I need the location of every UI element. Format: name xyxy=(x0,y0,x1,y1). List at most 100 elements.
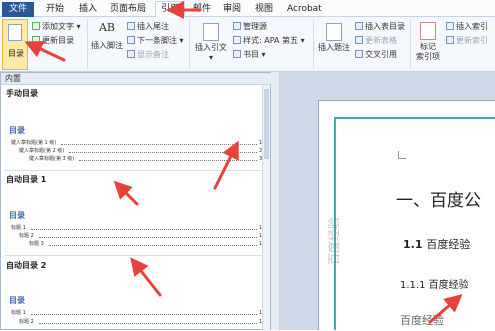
caption-icon xyxy=(326,23,342,41)
section-title: 自动目录 1 xyxy=(6,175,47,184)
tab-view[interactable]: 视图 xyxy=(255,3,273,15)
tab-page-layout[interactable]: 页面布局 xyxy=(110,3,146,15)
toc-entry: 键入章标题(第 2 级) xyxy=(19,148,65,154)
tab-acrobat[interactable]: Acrobat xyxy=(287,3,322,15)
toc-gallery: 内置 手动目录 目录 键入章标题(第 1 级) 1 键入章标题(第 2 级) 2… xyxy=(0,72,272,331)
insert-citation-button[interactable]: 插入引文 ▾ xyxy=(193,23,229,63)
manage-sources-label: 管理源 xyxy=(243,22,267,31)
heading-2-text: 百度经验 xyxy=(426,238,471,251)
toc-heading: 目录 xyxy=(9,211,25,220)
file-tab[interactable]: 文件 xyxy=(2,2,34,17)
show-notes-button[interactable]: 显示备注 xyxy=(127,49,169,60)
section-title: 手动目录 xyxy=(6,89,38,98)
mark-entry-icon xyxy=(420,22,436,40)
toc-button-label: 目录 xyxy=(8,49,24,58)
toc-page-number: 1 xyxy=(259,310,263,316)
citation-icon xyxy=(203,23,219,41)
bibliography-label: 书目 xyxy=(243,50,259,59)
manage-sources-button[interactable]: 管理源 xyxy=(233,21,267,32)
toc-page-number: 1 xyxy=(259,233,263,239)
watermark: 百度经验 xyxy=(327,216,341,265)
tab-insert[interactable]: 插入 xyxy=(79,3,97,15)
insert-citation-label: 插入引文 xyxy=(195,43,227,52)
gallery-header: 内置 xyxy=(1,73,272,85)
add-text-icon xyxy=(32,22,40,30)
insert-index-button[interactable]: 插入索引 xyxy=(446,21,488,32)
cross-reference-icon xyxy=(355,50,363,58)
document-heading-2[interactable]: 1.1 百度经验 xyxy=(403,236,470,252)
update-table-icon xyxy=(355,36,363,44)
crop-mark xyxy=(398,151,406,159)
toc-page-number: 1 xyxy=(259,225,263,231)
document-heading-4[interactable]: 百度经验 xyxy=(400,312,444,328)
update-toc-button[interactable]: 更新目录 xyxy=(32,35,74,46)
show-notes-label: 显示备注 xyxy=(137,50,169,59)
menu-bar: 文件 开始 插入 页面布局 引用 邮件 审阅 视图 Acrobat xyxy=(0,0,495,17)
page-border-frame xyxy=(334,117,495,330)
next-footnote-icon xyxy=(127,36,135,44)
toc-entry: 标题 3 xyxy=(29,241,44,247)
toc-page-number: 3 xyxy=(259,156,263,162)
insert-footnote-label: 插入脚注 xyxy=(91,41,123,50)
toc-heading: 目录 xyxy=(9,126,25,135)
manage-sources-icon xyxy=(233,22,241,30)
bibliography-button[interactable]: 书目 ▾ xyxy=(233,49,266,60)
mark-entry-label-2: 索引项 xyxy=(416,52,440,61)
footnote-ab-icon: AB xyxy=(98,21,116,34)
insert-table-of-figures-button[interactable]: 插入表目录 xyxy=(355,21,405,32)
next-footnote-button[interactable]: 下一条脚注 ▾ xyxy=(127,35,184,46)
cross-reference-button[interactable]: 交叉引用 xyxy=(355,49,397,60)
toc-entry: 标题 1 xyxy=(11,225,26,231)
mark-entry-button[interactable]: 标记 索引项 xyxy=(413,22,443,62)
table-of-figures-icon xyxy=(355,22,363,30)
toc-entry: 标题 1 xyxy=(11,310,26,316)
style-icon xyxy=(233,36,241,44)
insert-footnote-button[interactable]: AB 插入脚注 xyxy=(90,21,124,51)
insert-index-icon xyxy=(446,22,454,30)
style-label: 样式: xyxy=(243,36,262,45)
update-toc-label: 更新目录 xyxy=(42,36,74,45)
gallery-scrollbar[interactable] xyxy=(262,85,270,331)
next-footnote-label: 下一条脚注 xyxy=(137,36,177,45)
style-select[interactable]: 样式: APA 第五 ▾ xyxy=(233,35,305,46)
section-title: 自动目录 2 xyxy=(6,261,47,270)
toc-icon xyxy=(8,24,22,41)
vertical-scrollbar[interactable] xyxy=(271,72,280,330)
update-index-button[interactable]: 更新索引 xyxy=(446,35,488,46)
heading-2-number: 1.1 xyxy=(403,238,423,251)
toc-page-number: 2 xyxy=(259,148,263,154)
add-text-label: 添加文字 xyxy=(42,22,74,31)
update-table-button[interactable]: 更新表格 xyxy=(355,35,397,46)
toc-button[interactable]: 目录 xyxy=(2,19,28,70)
tab-mailings[interactable]: 邮件 xyxy=(193,3,211,15)
toc-entry: 标题 2 xyxy=(19,233,34,239)
insert-endnote-label: 插入尾注 xyxy=(137,22,169,31)
refresh-icon xyxy=(32,36,40,44)
toc-heading: 目录 xyxy=(9,296,25,305)
insert-table-of-figures-label: 插入表目录 xyxy=(365,22,405,31)
toc-entry: 标题 2 xyxy=(19,319,34,325)
insert-caption-label: 插入题注 xyxy=(318,43,350,52)
update-index-label: 更新索引 xyxy=(456,36,488,45)
insert-index-label: 插入索引 xyxy=(456,22,488,31)
tab-home[interactable]: 开始 xyxy=(46,3,64,15)
toc-page-number: 1 xyxy=(259,140,263,146)
bibliography-icon xyxy=(233,50,241,58)
document-heading-1[interactable]: 一、百度公 xyxy=(396,186,481,211)
add-text-button[interactable]: 添加文字 ▾ xyxy=(32,21,81,32)
style-value: APA 第五 xyxy=(264,36,299,45)
tab-references[interactable]: 引用 xyxy=(155,1,186,17)
toc-entry: 键入章标题(第 3 级) xyxy=(29,156,75,162)
insert-caption-button[interactable]: 插入题注 xyxy=(316,23,352,53)
toc-page-number: 1 xyxy=(259,241,263,247)
cross-reference-label: 交叉引用 xyxy=(365,50,397,59)
show-notes-icon xyxy=(127,50,135,58)
document-heading-3[interactable]: 1.1.1 百度经验 xyxy=(400,276,469,291)
toc-entry: 键入章标题(第 1 级) xyxy=(11,140,57,146)
endnote-icon xyxy=(127,22,135,30)
tab-review[interactable]: 审阅 xyxy=(223,3,241,15)
mark-entry-label: 标记 xyxy=(420,42,436,51)
insert-endnote-button[interactable]: 插入尾注 xyxy=(127,21,169,32)
update-table-label: 更新表格 xyxy=(365,36,397,45)
toc-page-number: 1 xyxy=(259,319,263,325)
